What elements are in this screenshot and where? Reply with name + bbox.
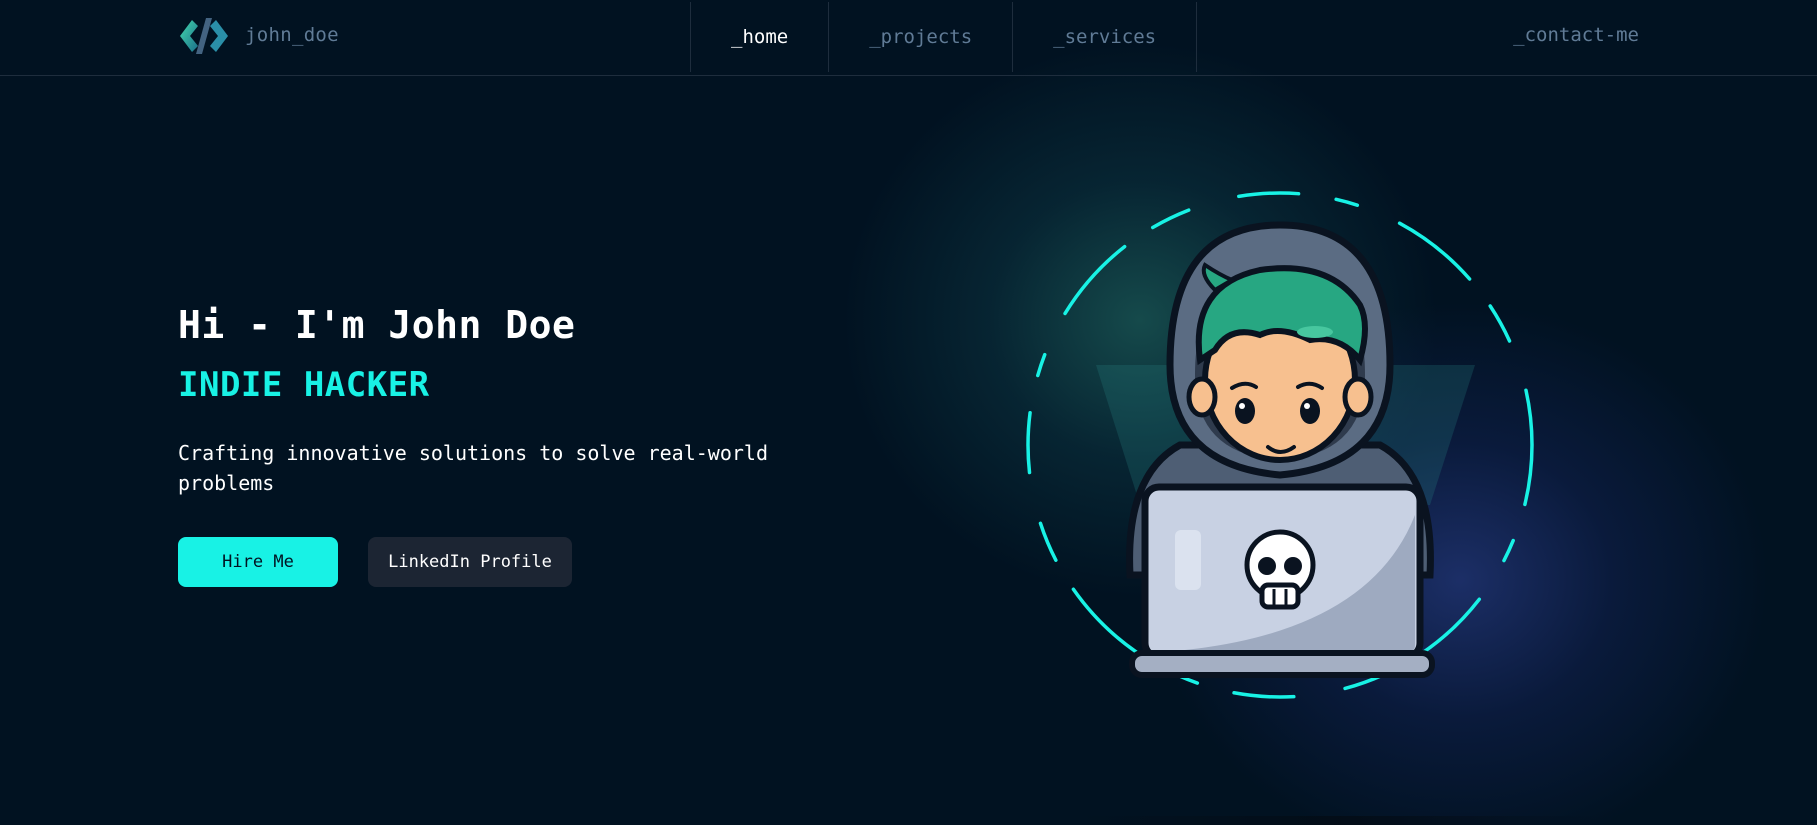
- nav-item-contact-me[interactable]: _contact-me: [1513, 24, 1639, 46]
- hacker-with-laptop-icon: [1010, 175, 1550, 715]
- linkedin-profile-button[interactable]: LinkedIn Profile: [368, 537, 572, 587]
- page: john_doe _home _projects _services _cont…: [0, 0, 1817, 825]
- bottom-shadow: [1080, 816, 1600, 825]
- brand-name[interactable]: john_doe: [245, 24, 339, 46]
- code-brackets-icon[interactable]: [178, 16, 230, 56]
- hero-greeting: Hi - I'm John Doe: [178, 303, 576, 347]
- hero-description: Crafting innovative solutions to solve r…: [178, 441, 769, 495]
- main-nav: _home _projects _services: [690, 2, 1198, 72]
- top-navbar: john_doe _home _projects _services _cont…: [0, 0, 1817, 76]
- nav-item-projects[interactable]: _projects: [828, 2, 1012, 72]
- nav-item-home[interactable]: _home: [690, 2, 828, 72]
- nav-item-services[interactable]: _services: [1012, 2, 1198, 72]
- hire-me-button[interactable]: Hire Me: [178, 537, 338, 587]
- hero-role: INDIE HACKER: [178, 365, 430, 405]
